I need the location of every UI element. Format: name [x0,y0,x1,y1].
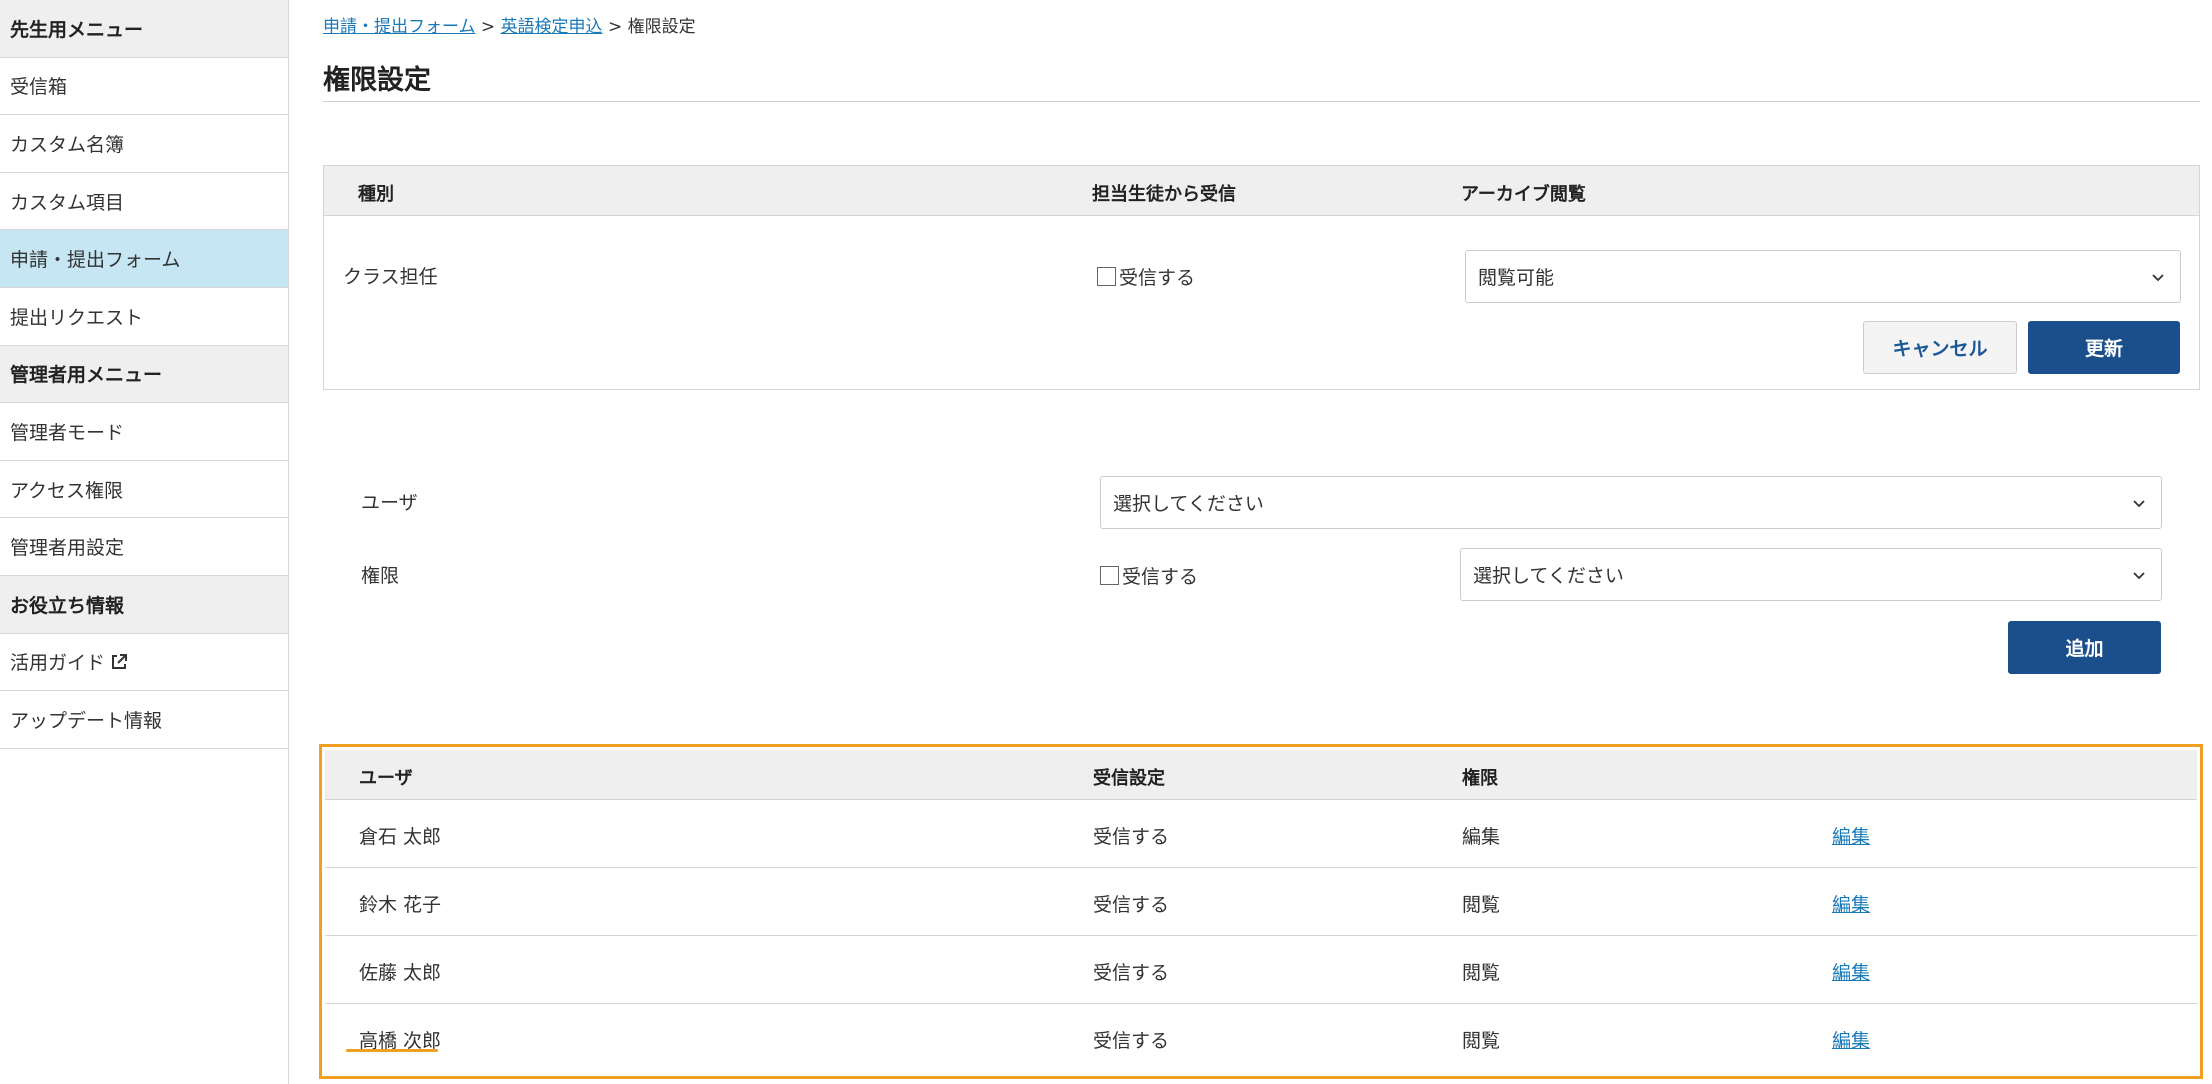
sidebar: 先生用メニュー 受信箱 カスタム名簿 カスタム項目 申請・提出フォーム 提出リク… [0,0,289,1084]
sidebar-item-guide[interactable]: 活用ガイド [0,634,288,692]
header-user: ユーザ [359,768,413,789]
receive-setting: 受信する [1093,1030,1170,1052]
sidebar-item-label: カスタム項目 [10,191,125,214]
type-permission-table: 種別 担当生徒から受信 アーカイブ閲覧 クラス担任 受信する 閲覧可能 キャンセ… [323,165,2200,390]
page-title: 権限設定 [323,65,431,96]
sidebar-header-label: 先生用メニュー [10,18,144,41]
header-archive-view: アーカイブ閲覧 [1461,184,1586,205]
sidebar-item-access-rights[interactable]: アクセス権限 [0,461,288,519]
permission-value: 閲覧 [1462,894,1501,916]
user-name: 倉石 太郎 [359,826,442,848]
user-name: 佐藤 太郎 [359,962,442,984]
permission-label: 権限 [361,565,400,587]
add-button[interactable]: 追加 [2008,621,2161,674]
chevron-down-icon [2133,572,2145,580]
breadcrumb-current: 権限設定 [627,17,696,37]
sidebar-item-label: 活用ガイド [10,652,106,675]
users-table-highlight: ユーザ 受信設定 権限 倉石 太郎 受信する 編集 編集 鈴木 花子 受信する … [319,744,2203,1079]
sidebar-header-useful-info: お役立ち情報 [0,575,288,634]
breadcrumb-separator: > [480,17,496,37]
sidebar-item-label: 申請・提出フォーム [10,249,181,272]
edit-link[interactable]: 編集 [1832,890,1870,917]
receive-checkbox[interactable] [1097,267,1116,286]
user-name: 鈴木 花子 [359,894,442,916]
header-receive-from-students: 担当生徒から受信 [1092,184,1236,205]
chevron-down-icon [2152,274,2164,282]
receive-checkbox-field[interactable]: 受信する [1097,263,1195,290]
sidebar-item-label: 受信箱 [10,76,68,99]
sidebar-header-label: お役立ち情報 [10,594,125,617]
user-select-value: 選択してください [1113,493,1264,515]
permission-select[interactable]: 選択してください [1460,548,2162,601]
user-select[interactable]: 選択してください [1100,476,2162,529]
table-row: クラス担任 受信する 閲覧可能 キャンセル 更新 [324,216,2199,389]
sidebar-header-admin-menu: 管理者用メニュー [0,345,288,404]
header-permission: 権限 [1462,768,1498,789]
table-header: ユーザ 受信設定 権限 [325,750,2197,800]
receive-setting: 受信する [1093,826,1170,848]
edit-link[interactable]: 編集 [1832,1026,1870,1053]
sidebar-item-label: 管理者用設定 [10,537,125,560]
table-row: 倉石 太郎 受信する 編集 編集 [325,800,2197,868]
header-receive-setting: 受信設定 [1093,768,1165,789]
table-row: 佐藤 太郎 受信する 閲覧 編集 [325,936,2197,1004]
user-label: ユーザ [361,492,418,514]
table-header: 種別 担当生徒から受信 アーカイブ閲覧 [324,166,2199,216]
permission-value: 閲覧 [1462,962,1501,984]
sidebar-item-custom-roster[interactable]: カスタム名簿 [0,115,288,173]
breadcrumb: 申請・提出フォーム > 英語検定申込 > 権限設定 [323,12,696,37]
sidebar-item-label: 管理者モード [10,421,125,444]
highlight-underline [346,1049,438,1052]
sidebar-item-submission-requests[interactable]: 提出リクエスト [0,288,288,346]
breadcrumb-link-forms[interactable]: 申請・提出フォーム [323,17,476,37]
table-row: 高橋 次郎 受信する 閲覧 編集 [325,1004,2197,1072]
type-cell: クラス担任 [343,266,438,288]
sidebar-item-admin-mode[interactable]: 管理者モード [0,403,288,461]
add-receive-checkbox-label: 受信する [1122,566,1199,588]
table-row: 鈴木 花子 受信する 閲覧 編集 [325,868,2197,936]
update-button[interactable]: 更新 [2028,321,2180,374]
sidebar-item-updates[interactable]: アップデート情報 [0,691,288,749]
sidebar-item-label: 提出リクエスト [10,306,144,329]
add-receive-checkbox-field[interactable]: 受信する [1100,562,1198,589]
breadcrumb-link-english-test[interactable]: 英語検定申込 [501,17,603,37]
header-type: 種別 [358,184,394,205]
sidebar-header-teacher-menu: 先生用メニュー [0,0,288,58]
users-table: ユーザ 受信設定 権限 倉石 太郎 受信する 編集 編集 鈴木 花子 受信する … [325,750,2197,1072]
breadcrumb-separator: > [607,17,623,37]
permission-value: 編集 [1462,826,1501,848]
sidebar-item-forms[interactable]: 申請・提出フォーム [0,230,288,288]
sidebar-item-custom-fields[interactable]: カスタム項目 [0,173,288,231]
cancel-button[interactable]: キャンセル [1863,321,2017,374]
sidebar-item-admin-settings[interactable]: 管理者用設定 [0,518,288,576]
edit-link[interactable]: 編集 [1832,822,1870,849]
permission-select-value: 選択してください [1473,565,1624,587]
archive-view-select[interactable]: 閲覧可能 [1465,250,2181,303]
archive-view-value: 閲覧可能 [1478,267,1555,289]
sidebar-item-label: カスタム名簿 [10,133,125,156]
receive-setting: 受信する [1093,894,1170,916]
permission-value: 閲覧 [1462,1030,1501,1052]
edit-link[interactable]: 編集 [1832,958,1870,985]
add-receive-checkbox[interactable] [1100,566,1119,585]
sidebar-item-inbox[interactable]: 受信箱 [0,58,288,116]
chevron-down-icon [2133,500,2145,508]
sidebar-item-label: アクセス権限 [10,479,124,502]
sidebar-item-label: アップデート情報 [10,709,163,732]
title-divider [323,101,2200,102]
external-link-icon [112,653,128,669]
receive-setting: 受信する [1093,962,1170,984]
receive-checkbox-label: 受信する [1119,267,1196,289]
sidebar-header-label: 管理者用メニュー [10,364,163,387]
